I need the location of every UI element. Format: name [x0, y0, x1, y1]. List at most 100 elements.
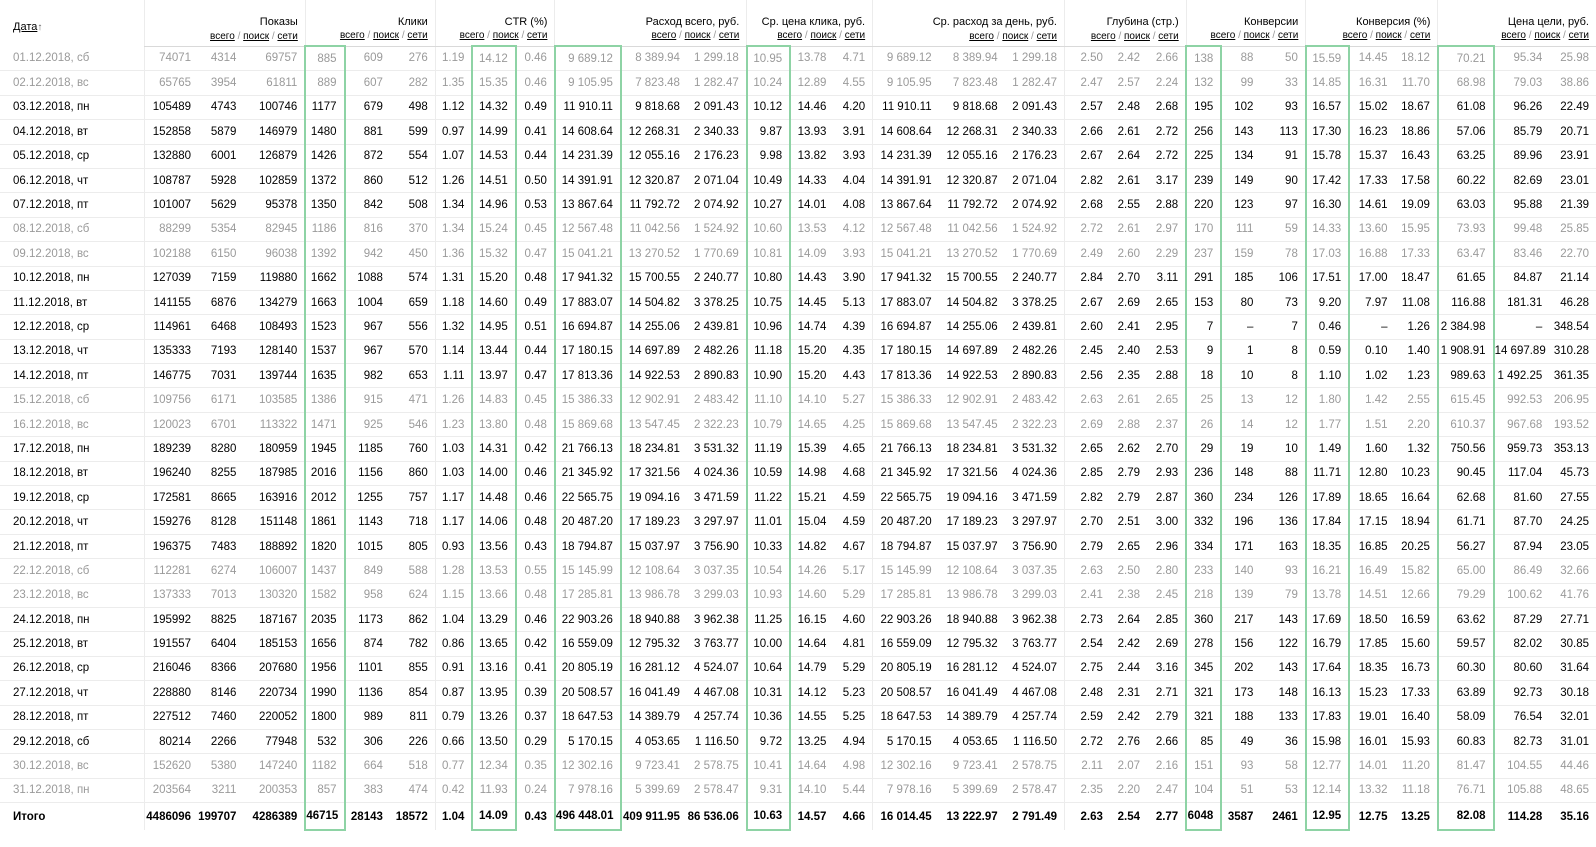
cell-date: 29.12.2018, сб [0, 729, 145, 755]
cell-cpc: 13.78 [790, 46, 834, 72]
cell-clicks: 1656 [304, 631, 346, 657]
cell-daily-spend: 2 890.83 [1004, 363, 1065, 389]
cell-clicks: 1990 [304, 680, 346, 706]
cell-ctr: 0.24 [515, 778, 555, 804]
cell-conv-rate: 16.79 [1304, 631, 1351, 657]
sub-all-link[interactable]: всего [460, 30, 485, 41]
cell-depth: 2.69 [1147, 631, 1187, 657]
cell-ctr: 1.17 [434, 485, 473, 511]
cell-depth: 2.66 [1063, 119, 1110, 145]
header-date[interactable]: Дата↑ [0, 0, 144, 46]
sub-all-link[interactable]: всего [1091, 31, 1116, 42]
sub-net-link[interactable]: сети [1158, 31, 1178, 42]
cell-cpc: 14.98 [790, 461, 834, 487]
sub-net-link[interactable]: сети [277, 31, 297, 42]
cell-spend: 14 389.79 [620, 705, 687, 730]
sub-search-link[interactable]: поиск [1002, 31, 1028, 42]
cell-conv-rate: 1.32 [1394, 436, 1438, 462]
cell-daily-spend: 3 297.97 [1004, 509, 1065, 535]
cell-conversions: 8 [1260, 339, 1306, 365]
cell-conv-rate: 15.93 [1394, 729, 1438, 755]
cell-clicks: 1635 [304, 363, 346, 389]
sub-net-link[interactable]: сети [1569, 30, 1589, 41]
cell-clicks: 1471 [304, 412, 346, 438]
cell-impressions: 6171 [198, 387, 244, 413]
cell-goal-cost: 23.91 [1549, 144, 1596, 169]
cell-conversions: 51 [1221, 778, 1261, 804]
separator: / [1031, 30, 1034, 42]
cell-clicks: 276 [389, 46, 436, 72]
cell-daily-spend: 15 869.68 [872, 412, 939, 438]
sub-all-link[interactable]: всего [969, 31, 994, 42]
sub-search-link[interactable]: поиск [243, 31, 269, 42]
sub-search-link[interactable]: поиск [810, 30, 836, 41]
sub-search-link[interactable]: поиск [1376, 30, 1402, 41]
cell-spend: 17 883.07 [553, 290, 622, 316]
sub-all-link[interactable]: всего [652, 30, 677, 41]
sub-net-link[interactable]: сети [527, 30, 547, 41]
sub-all-link[interactable]: всего [1501, 30, 1526, 41]
sub-search-link[interactable]: поиск [685, 30, 711, 41]
table-row: 20.12.2018, чт 159276 8128 151148 1861 1143 71… [0, 509, 1596, 535]
sub-net-link[interactable]: сети [719, 30, 739, 41]
cell-conversions: 6048 [1185, 802, 1223, 832]
cell-clicks: 760 [389, 436, 436, 462]
sub-all-link[interactable]: всего [777, 30, 802, 41]
cell-daily-spend: 14 922.53 [938, 363, 1005, 389]
cell-conversions: 14 [1221, 412, 1261, 438]
sub-net-link[interactable]: сети [1037, 31, 1057, 42]
cell-ctr: 0.46 [515, 607, 555, 633]
sub-net-link[interactable]: сети [407, 30, 427, 41]
cell-conv-rate: 2.55 [1394, 387, 1438, 413]
sub-net-link[interactable]: сети [1410, 30, 1430, 41]
sub-all-link[interactable]: всего [210, 31, 235, 42]
sub-net-link[interactable]: сети [1278, 30, 1298, 41]
cell-depth: 2.68 [1063, 192, 1110, 218]
sub-search-link[interactable]: поиск [1244, 30, 1270, 41]
cell-clicks: 1143 [344, 509, 390, 535]
cell-daily-spend: 9 818.68 [938, 95, 1005, 121]
cell-goal-cost: 96.26 [1493, 95, 1550, 121]
sub-search-link[interactable]: поиск [1534, 30, 1560, 41]
cell-depth: 2.79 [1147, 705, 1187, 730]
cell-spend: 18 940.88 [620, 607, 687, 633]
cell-depth: 3.17 [1147, 168, 1187, 194]
cell-clicks: 28143 [344, 802, 390, 831]
cell-depth: 2.88 [1109, 412, 1147, 438]
cell-cpc: 11.18 [745, 339, 792, 365]
sub-search-link[interactable]: поиск [373, 30, 399, 41]
sub-all-link[interactable]: всего [1343, 30, 1368, 41]
cell-goal-cost: 22.70 [1549, 241, 1596, 267]
cell-conversions: 136 [1260, 509, 1306, 535]
table-row: 12.12.2018, ср 114961 6468 108493 1523 967 556… [0, 314, 1596, 340]
cell-goal-cost: 27.55 [1549, 485, 1596, 511]
cell-impressions: 137333 [143, 583, 199, 608]
sub-net-link[interactable]: сети [845, 30, 865, 41]
table-row: 18.12.2018, вт 196240 8255 187985 2016 1156 86… [0, 461, 1596, 487]
cell-conversions: 9 [1185, 339, 1223, 365]
sort-by-date-link[interactable]: Дата [13, 21, 37, 33]
cell-conv-rate: 14.85 [1304, 70, 1351, 96]
cell-impressions: 163916 [243, 485, 306, 511]
cell-ctr: 1.19 [434, 46, 473, 72]
cell-spend: 14 697.89 [620, 339, 687, 365]
cell-spend: 1 299.18 [686, 46, 747, 72]
cell-daily-spend: 17 813.36 [872, 363, 939, 389]
cell-cpc: 4.65 [833, 436, 873, 462]
sub-search-link[interactable]: поиск [493, 30, 519, 41]
cell-impressions: 102859 [243, 168, 306, 194]
cell-daily-spend: 2 091.43 [1004, 95, 1065, 121]
sub-all-link[interactable]: всего [340, 30, 365, 41]
sub-search-link[interactable]: поиск [1124, 31, 1150, 42]
cell-daily-spend: 16 281.12 [938, 656, 1005, 682]
sub-all-link[interactable]: всего [1211, 30, 1236, 41]
cell-impressions: 7193 [198, 339, 244, 365]
cell-depth: 2.20 [1109, 778, 1147, 804]
cell-cpc: 5.27 [833, 387, 873, 413]
cell-goal-cost: 95.88 [1493, 192, 1550, 218]
cell-depth: 2.68 [1147, 95, 1187, 121]
cell-spend: 12 320.87 [620, 168, 687, 194]
cell-cpc: 14.45 [790, 290, 834, 316]
cell-conv-rate: 12.66 [1394, 583, 1438, 608]
cell-clicks: 885 [304, 45, 346, 72]
